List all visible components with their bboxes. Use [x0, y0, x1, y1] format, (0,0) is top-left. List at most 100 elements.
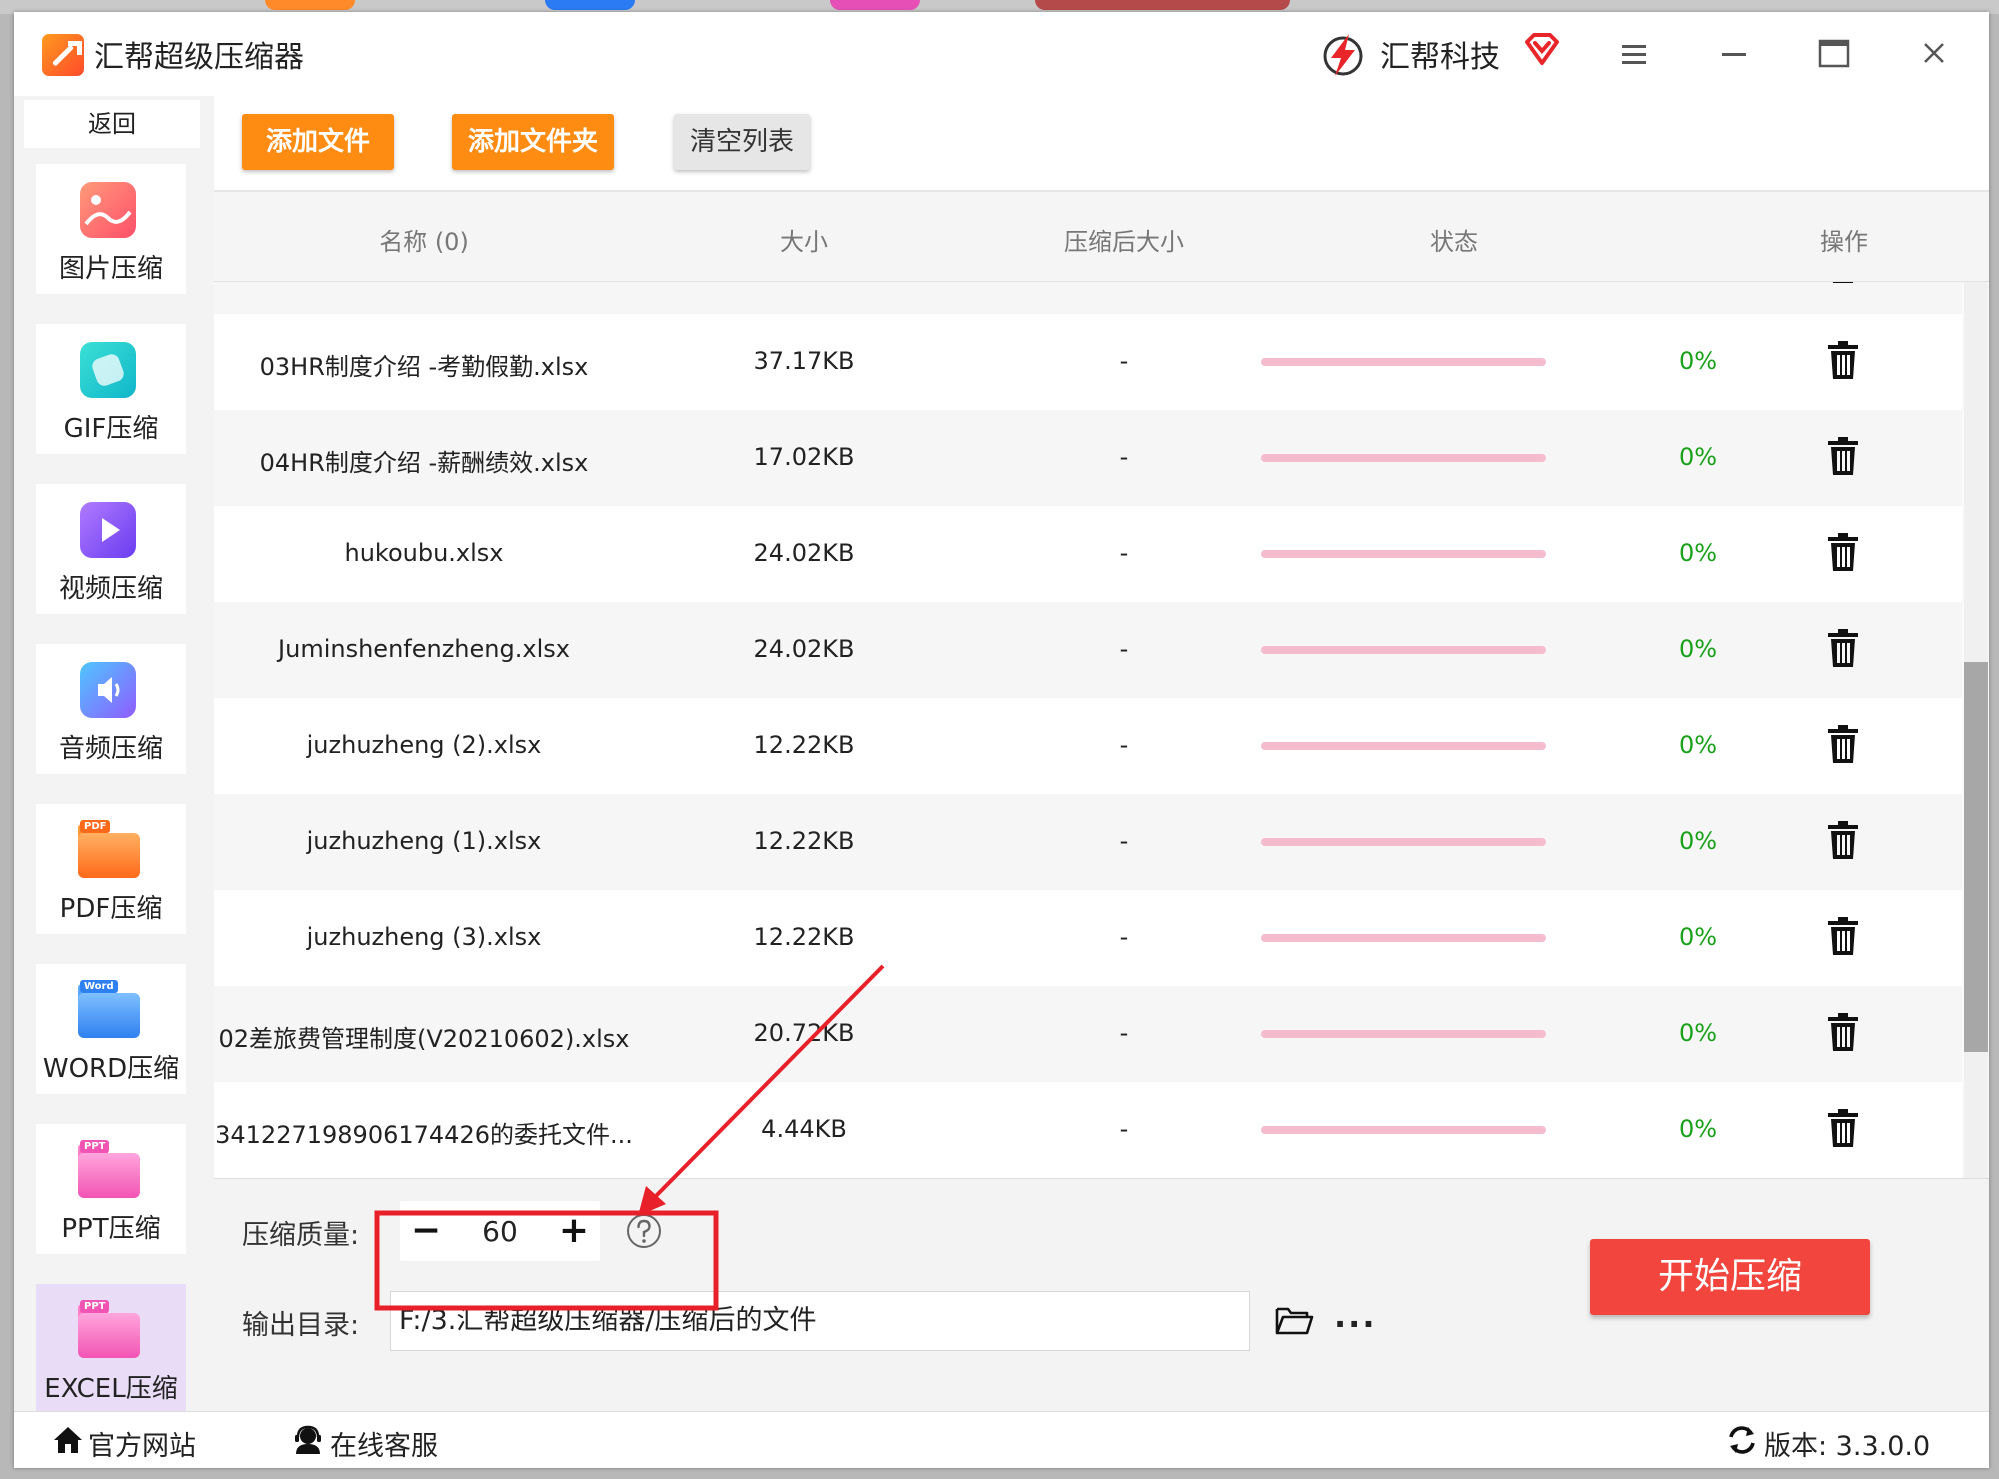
sidebar-item-label: 图片压缩 — [58, 254, 163, 284]
file-name: juzhuzheng (2).xlsx — [306, 731, 542, 759]
trash-icon[interactable] — [1826, 282, 1860, 284]
file-name: Juminshenfenzheng.xlsx — [278, 635, 570, 663]
progress-percent: 0% — [1678, 347, 1718, 375]
compressed-size: - — [1119, 1115, 1129, 1143]
quality-value[interactable]: 60 — [448, 1215, 552, 1248]
compressed-size: - — [1119, 539, 1129, 567]
official-website-link[interactable]: 官方网站 — [88, 1424, 196, 1463]
trash-icon[interactable] — [1826, 724, 1860, 764]
table-body: 03HR制度介绍 -考勤假勤.xlsx 37.17KB - 0% 04HR制度介… — [214, 282, 1962, 1178]
home-icon — [54, 1427, 82, 1453]
file-name: 341227198906174426的委托文件... — [215, 1121, 633, 1149]
vip-diamond-icon[interactable] — [1524, 32, 1560, 66]
trash-icon[interactable] — [1826, 532, 1860, 572]
progress-bar — [1261, 742, 1546, 750]
scrollbar-thumb[interactable] — [1964, 662, 1988, 1052]
file-size: 4.44KB — [761, 1115, 847, 1143]
trash-icon[interactable] — [1826, 916, 1860, 956]
refresh-icon[interactable] — [1726, 1424, 1758, 1456]
trash-icon[interactable] — [1826, 820, 1860, 860]
sidebar-item-image[interactable]: 图片压缩 — [36, 164, 186, 294]
table-row: juzhuzheng (3).xlsx 12.22KB - 0% — [214, 890, 1962, 986]
trash-icon[interactable] — [1826, 1108, 1860, 1148]
folder-open-icon[interactable] — [1274, 1303, 1314, 1337]
brand-name: 汇帮科技 — [1380, 40, 1500, 75]
progress-bar — [1261, 358, 1546, 366]
progress-percent: 0% — [1678, 1115, 1718, 1143]
app-window: 汇帮超级压缩器 汇帮科技 返回 图片压缩 GIF压缩 视频压缩 音频压缩 PDF… — [14, 12, 1989, 1468]
clear-list-button[interactable]: 清空列表 — [674, 114, 810, 170]
sidebar-item-word[interactable]: Word WORD压缩 — [36, 964, 186, 1094]
sidebar-item-excel[interactable]: PPT EXCEL压缩 — [36, 1284, 186, 1414]
sidebar-item-label: PPT压缩 — [61, 1214, 161, 1244]
sidebar-item-label: 视频压缩 — [58, 574, 163, 604]
trash-icon[interactable] — [1826, 340, 1860, 380]
table-row: 03HR制度介绍 -考勤假勤.xlsx 37.17KB - 0% — [214, 314, 1962, 410]
back-button[interactable]: 返回 — [24, 100, 200, 148]
table-row — [214, 282, 1962, 314]
online-support-link[interactable]: 在线客服 — [330, 1424, 438, 1463]
header-status: 状态 — [1430, 228, 1478, 256]
table-row: 02差旅费管理制度(V20210602).xlsx 20.72KB - 0% — [214, 986, 1962, 1082]
quality-decrease-button[interactable]: − — [402, 1207, 450, 1255]
maximize-icon[interactable] — [1814, 36, 1854, 72]
header-name: 名称 (0) — [379, 228, 469, 256]
file-size: 12.22KB — [753, 923, 855, 951]
minimize-icon[interactable] — [1714, 36, 1754, 72]
sidebar-item-label: 音频压缩 — [58, 734, 163, 764]
pdf-icon: PDF — [78, 820, 140, 878]
sidebar-item-label: WORD压缩 — [42, 1054, 180, 1084]
audio-icon — [80, 662, 136, 718]
file-name: 04HR制度介绍 -薪酬绩效.xlsx — [259, 449, 589, 477]
file-size: 24.02KB — [753, 539, 855, 567]
file-name: hukoubu.xlsx — [344, 539, 504, 567]
file-size: 20.72KB — [753, 1019, 855, 1047]
file-size: 37.17KB — [753, 347, 855, 375]
menu-icon[interactable] — [1614, 36, 1654, 72]
trash-icon[interactable] — [1826, 436, 1860, 476]
sidebar-item-label: GIF压缩 — [63, 414, 159, 444]
customer-service-icon — [295, 1425, 321, 1454]
file-name: juzhuzheng (1).xlsx — [306, 827, 542, 855]
close-icon[interactable] — [1914, 36, 1954, 72]
more-options-icon[interactable]: ··· — [1334, 1305, 1376, 1343]
progress-bar — [1261, 934, 1546, 942]
file-name: 02差旅费管理制度(V20210602).xlsx — [218, 1025, 630, 1053]
header-action: 操作 — [1820, 228, 1868, 256]
table-header: 名称 (0) 大小 压缩后大小 状态 操作 — [214, 190, 1989, 282]
header-size: 大小 — [780, 228, 828, 256]
quality-increase-button[interactable]: + — [550, 1207, 598, 1255]
start-compress-button[interactable]: 开始压缩 — [1590, 1239, 1870, 1315]
trash-icon[interactable] — [1826, 628, 1860, 668]
sidebar-item-gif[interactable]: GIF压缩 — [36, 324, 186, 454]
table-row: juzhuzheng (1).xlsx 12.22KB - 0% — [214, 794, 1962, 890]
version-label: 版本: 3.3.0.0 — [1764, 1431, 1931, 1462]
ppt-icon: PPT — [78, 1140, 140, 1198]
progress-bar — [1261, 646, 1546, 654]
brand-logo-icon — [1323, 34, 1363, 76]
sidebar-item-video[interactable]: 视频压缩 — [36, 484, 186, 614]
progress-bar — [1261, 838, 1546, 846]
table-row: hukoubu.xlsx 24.02KB - 0% — [214, 506, 1962, 602]
sidebar-item-ppt[interactable]: PPT PPT压缩 — [36, 1124, 186, 1254]
file-table: 名称 (0) 大小 压缩后大小 状态 操作 03HR制度介绍 -考勤假勤.xls… — [214, 190, 1989, 1178]
sidebar: 返回 图片压缩 GIF压缩 视频压缩 音频压缩 PDF PDF压缩 Word W… — [14, 96, 214, 1414]
output-dir-field[interactable]: F:/3.汇帮超级压缩器/压缩后的文件 — [390, 1291, 1250, 1351]
status-bar: 官方网站 在线客服 版本: 3.3.0.0 — [14, 1411, 1989, 1468]
table-scrollbar[interactable] — [1964, 282, 1988, 1178]
table-row: 341227198906174426的委托文件... 4.44KB - 0% — [214, 1082, 1962, 1178]
progress-percent: 0% — [1678, 731, 1718, 759]
progress-percent: 0% — [1678, 539, 1718, 567]
quality-stepper: − 60 + — [400, 1201, 600, 1261]
progress-percent: 0% — [1678, 827, 1718, 855]
add-file-button[interactable]: 添加文件 — [242, 114, 394, 170]
table-row: 04HR制度介绍 -薪酬绩效.xlsx 17.02KB - 0% — [214, 410, 1962, 506]
sidebar-item-audio[interactable]: 音频压缩 — [36, 644, 186, 774]
file-size: 12.22KB — [753, 731, 855, 759]
file-size: 12.22KB — [753, 827, 855, 855]
sidebar-item-label: EXCEL压缩 — [44, 1374, 178, 1404]
help-icon[interactable] — [626, 1213, 662, 1249]
trash-icon[interactable] — [1826, 1012, 1860, 1052]
sidebar-item-pdf[interactable]: PDF PDF压缩 — [36, 804, 186, 934]
add-folder-button[interactable]: 添加文件夹 — [452, 114, 614, 170]
